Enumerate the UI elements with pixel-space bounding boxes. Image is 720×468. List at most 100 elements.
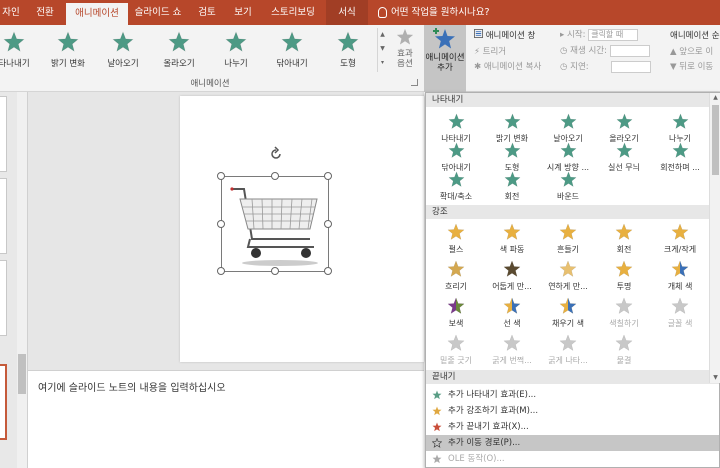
emphasis-effect-13[interactable]: 채우기 색 (540, 297, 596, 329)
gallery-effect-6[interactable]: 닦아내기 (264, 31, 320, 69)
trigger-button[interactable]: ⚡ 트리거 (474, 45, 506, 57)
tab-storyboarding[interactable]: 스토리보딩 (266, 0, 320, 25)
move-earlier-button[interactable]: ▲ 앞으로 이 (670, 45, 713, 57)
slide-thumbnail[interactable] (0, 178, 7, 254)
entrance-effect-5[interactable]: 나누기 (652, 113, 708, 144)
gallery-scroll[interactable]: ▲ ▼ ▾ (377, 28, 387, 72)
more-effects-item-3[interactable]: 추가 끝내기 효과(X)... (426, 419, 719, 435)
resize-handle-sw[interactable] (217, 267, 225, 275)
emphasis-effect-18[interactable]: 굵게 나타... (540, 334, 596, 366)
entrance-effect-8[interactable]: 시계 방향 ... (540, 142, 596, 173)
gallery-effect-2[interactable]: 밝기 변화 (40, 31, 96, 69)
duration-input[interactable] (609, 44, 650, 57)
effect-options-label-2: 옵션 (397, 59, 413, 69)
delay-input[interactable] (611, 60, 652, 73)
entrance-effect-10[interactable]: 회전하며 ... (652, 142, 708, 173)
slide-thumbnail[interactable] (0, 96, 7, 172)
resize-handle-w[interactable] (217, 220, 225, 228)
dropdown-scroll-up-icon[interactable]: ▲ (710, 93, 720, 103)
dropdown-scroll-down-icon[interactable]: ▼ (710, 373, 720, 383)
emphasis-effect-10[interactable]: 개체 색 (652, 260, 708, 292)
gallery-effect-1[interactable]: 타나내기 (0, 31, 42, 69)
animation-pane-button[interactable]: 애니메이션 창 (474, 29, 535, 41)
tab-review[interactable]: 검토 (192, 0, 222, 25)
entrance-effect-7[interactable]: 도형 (484, 142, 540, 173)
emphasis-effect-15[interactable]: 글꼴 색 (652, 297, 708, 329)
emphasis-effect-14[interactable]: 색칠하기 (596, 297, 652, 329)
group-launcher-icon[interactable] (411, 79, 418, 86)
dropdown-scrollbar[interactable]: ▲ ▼ (709, 93, 720, 383)
wipe-star-icon (281, 31, 303, 52)
animation-group-label: 애니메이션 (190, 79, 230, 89)
selected-cart-image[interactable] (217, 172, 332, 275)
emphasis-effect-label: 투명 (616, 282, 632, 291)
resize-handle-e[interactable] (324, 220, 332, 228)
tab-design[interactable]: 자인 (0, 0, 22, 25)
float-in-star-icon (168, 31, 190, 52)
add-animation-button[interactable]: 애니메이션 추가 (424, 25, 466, 92)
resize-handle-n[interactable] (271, 172, 279, 180)
emphasis-effect-16[interactable]: 밑줄 긋기 (428, 334, 484, 366)
resize-handle-s[interactable] (271, 267, 279, 275)
emphasis-effect-11[interactable]: 보색 (428, 297, 484, 329)
thumbnail-scrollbar[interactable] (17, 92, 27, 468)
emphasis-effect-7[interactable]: 어둡게 만... (484, 260, 540, 292)
emphasis-effect-2[interactable]: 색 파동 (484, 223, 540, 255)
dropdown-scroll-thumb[interactable] (712, 105, 719, 175)
emphasis-effect-8[interactable]: 연하게 만... (540, 260, 596, 292)
tab-view[interactable]: 보기 (228, 0, 258, 25)
slide-thumbnail[interactable] (0, 260, 7, 336)
gallery-effect-5[interactable]: 나누기 (208, 31, 264, 69)
entrance-effect-1[interactable]: 나타내기 (428, 113, 484, 144)
gallery-effect-7[interactable]: 도형 (320, 31, 376, 69)
gallery-up-icon[interactable]: ▲ (378, 28, 387, 42)
more-effects-label: OLE 동작(O)... (448, 454, 505, 464)
entrance-effect-3[interactable]: 날아오기 (540, 113, 596, 144)
emphasis-effect-1[interactable]: 펄스 (428, 223, 484, 255)
entrance-effect-9[interactable]: 실선 무늬 (596, 142, 652, 173)
resize-handle-se[interactable] (324, 267, 332, 275)
effect-options-button[interactable]: 효과 옵션 (390, 28, 420, 69)
emphasis-effect-9[interactable]: 투명 (596, 260, 652, 292)
tell-me-box[interactable]: 어떤 작업을 원하시나요? (378, 0, 489, 25)
more-effects-item-4[interactable]: 추가 이동 경로(P)... (426, 435, 719, 451)
more-effects-item-2[interactable]: 추가 강조하기 효과(M)... (426, 403, 719, 419)
notes-pane[interactable]: 여기에 슬라이드 노트의 내용을 입력하십시오 (28, 370, 424, 468)
entrance-effect-6[interactable]: 닦아내기 (428, 142, 484, 173)
resize-handle-nw[interactable] (217, 172, 225, 180)
more-effects-item-5[interactable]: OLE 동작(O)... (426, 451, 719, 467)
emphasis-star-icon (503, 260, 521, 277)
exit-section-header: 끝내기 (426, 370, 719, 384)
entrance-effect-12[interactable]: 회전 (484, 171, 540, 202)
entrance-effect-2[interactable]: 밝기 변화 (484, 113, 540, 144)
gallery-effect-label: 밝기 변화 (51, 59, 85, 69)
emphasis-effect-6[interactable]: 흐리기 (428, 260, 484, 292)
emphasis-effect-17[interactable]: 굵게 번쩍... (484, 334, 540, 366)
entrance-effect-11[interactable]: 확대/축소 (428, 171, 484, 202)
rotate-handle-icon[interactable] (268, 146, 284, 162)
gallery-more-icon[interactable]: ▾ (378, 56, 387, 70)
emphasis-effect-5[interactable]: 크게/작게 (652, 223, 708, 255)
animation-painter-button[interactable]: ✱ 애니메이션 복사 (474, 60, 541, 72)
tab-transitions[interactable]: 전환 (30, 0, 60, 25)
start-select[interactable]: 클릭할 때 (588, 28, 639, 41)
emphasis-effect-3[interactable]: 흔들기 (540, 223, 596, 255)
emphasis-effect-12[interactable]: 선 색 (484, 297, 540, 329)
gallery-effect-3[interactable]: 날아오기 (95, 31, 151, 69)
slide-thumbnail-selected[interactable] (0, 364, 7, 440)
emphasis-effect-label: 밑줄 긋기 (440, 356, 472, 365)
emphasis-star-icon (447, 297, 465, 314)
tab-format[interactable]: 서식 (326, 0, 368, 25)
tab-slideshow[interactable]: 슬라이드 쇼 (132, 0, 184, 25)
gallery-effect-4[interactable]: 올라오기 (151, 31, 207, 69)
entrance-effect-4[interactable]: 올라오기 (596, 113, 652, 144)
emphasis-effect-4[interactable]: 회전 (596, 223, 652, 255)
thumbnail-scroll-thumb[interactable] (18, 354, 26, 394)
move-later-button[interactable]: ▼ 뒤로 이동 (670, 60, 713, 72)
entrance-effect-13[interactable]: 바운드 (540, 171, 596, 202)
tab-animations[interactable]: 애니메이션 (66, 3, 128, 25)
resize-handle-ne[interactable] (324, 172, 332, 180)
more-effects-item-1[interactable]: 추가 나타내기 효과(E)... (426, 387, 719, 403)
emphasis-effect-19[interactable]: 물결 (596, 334, 652, 366)
gallery-down-icon[interactable]: ▼ (378, 42, 387, 56)
